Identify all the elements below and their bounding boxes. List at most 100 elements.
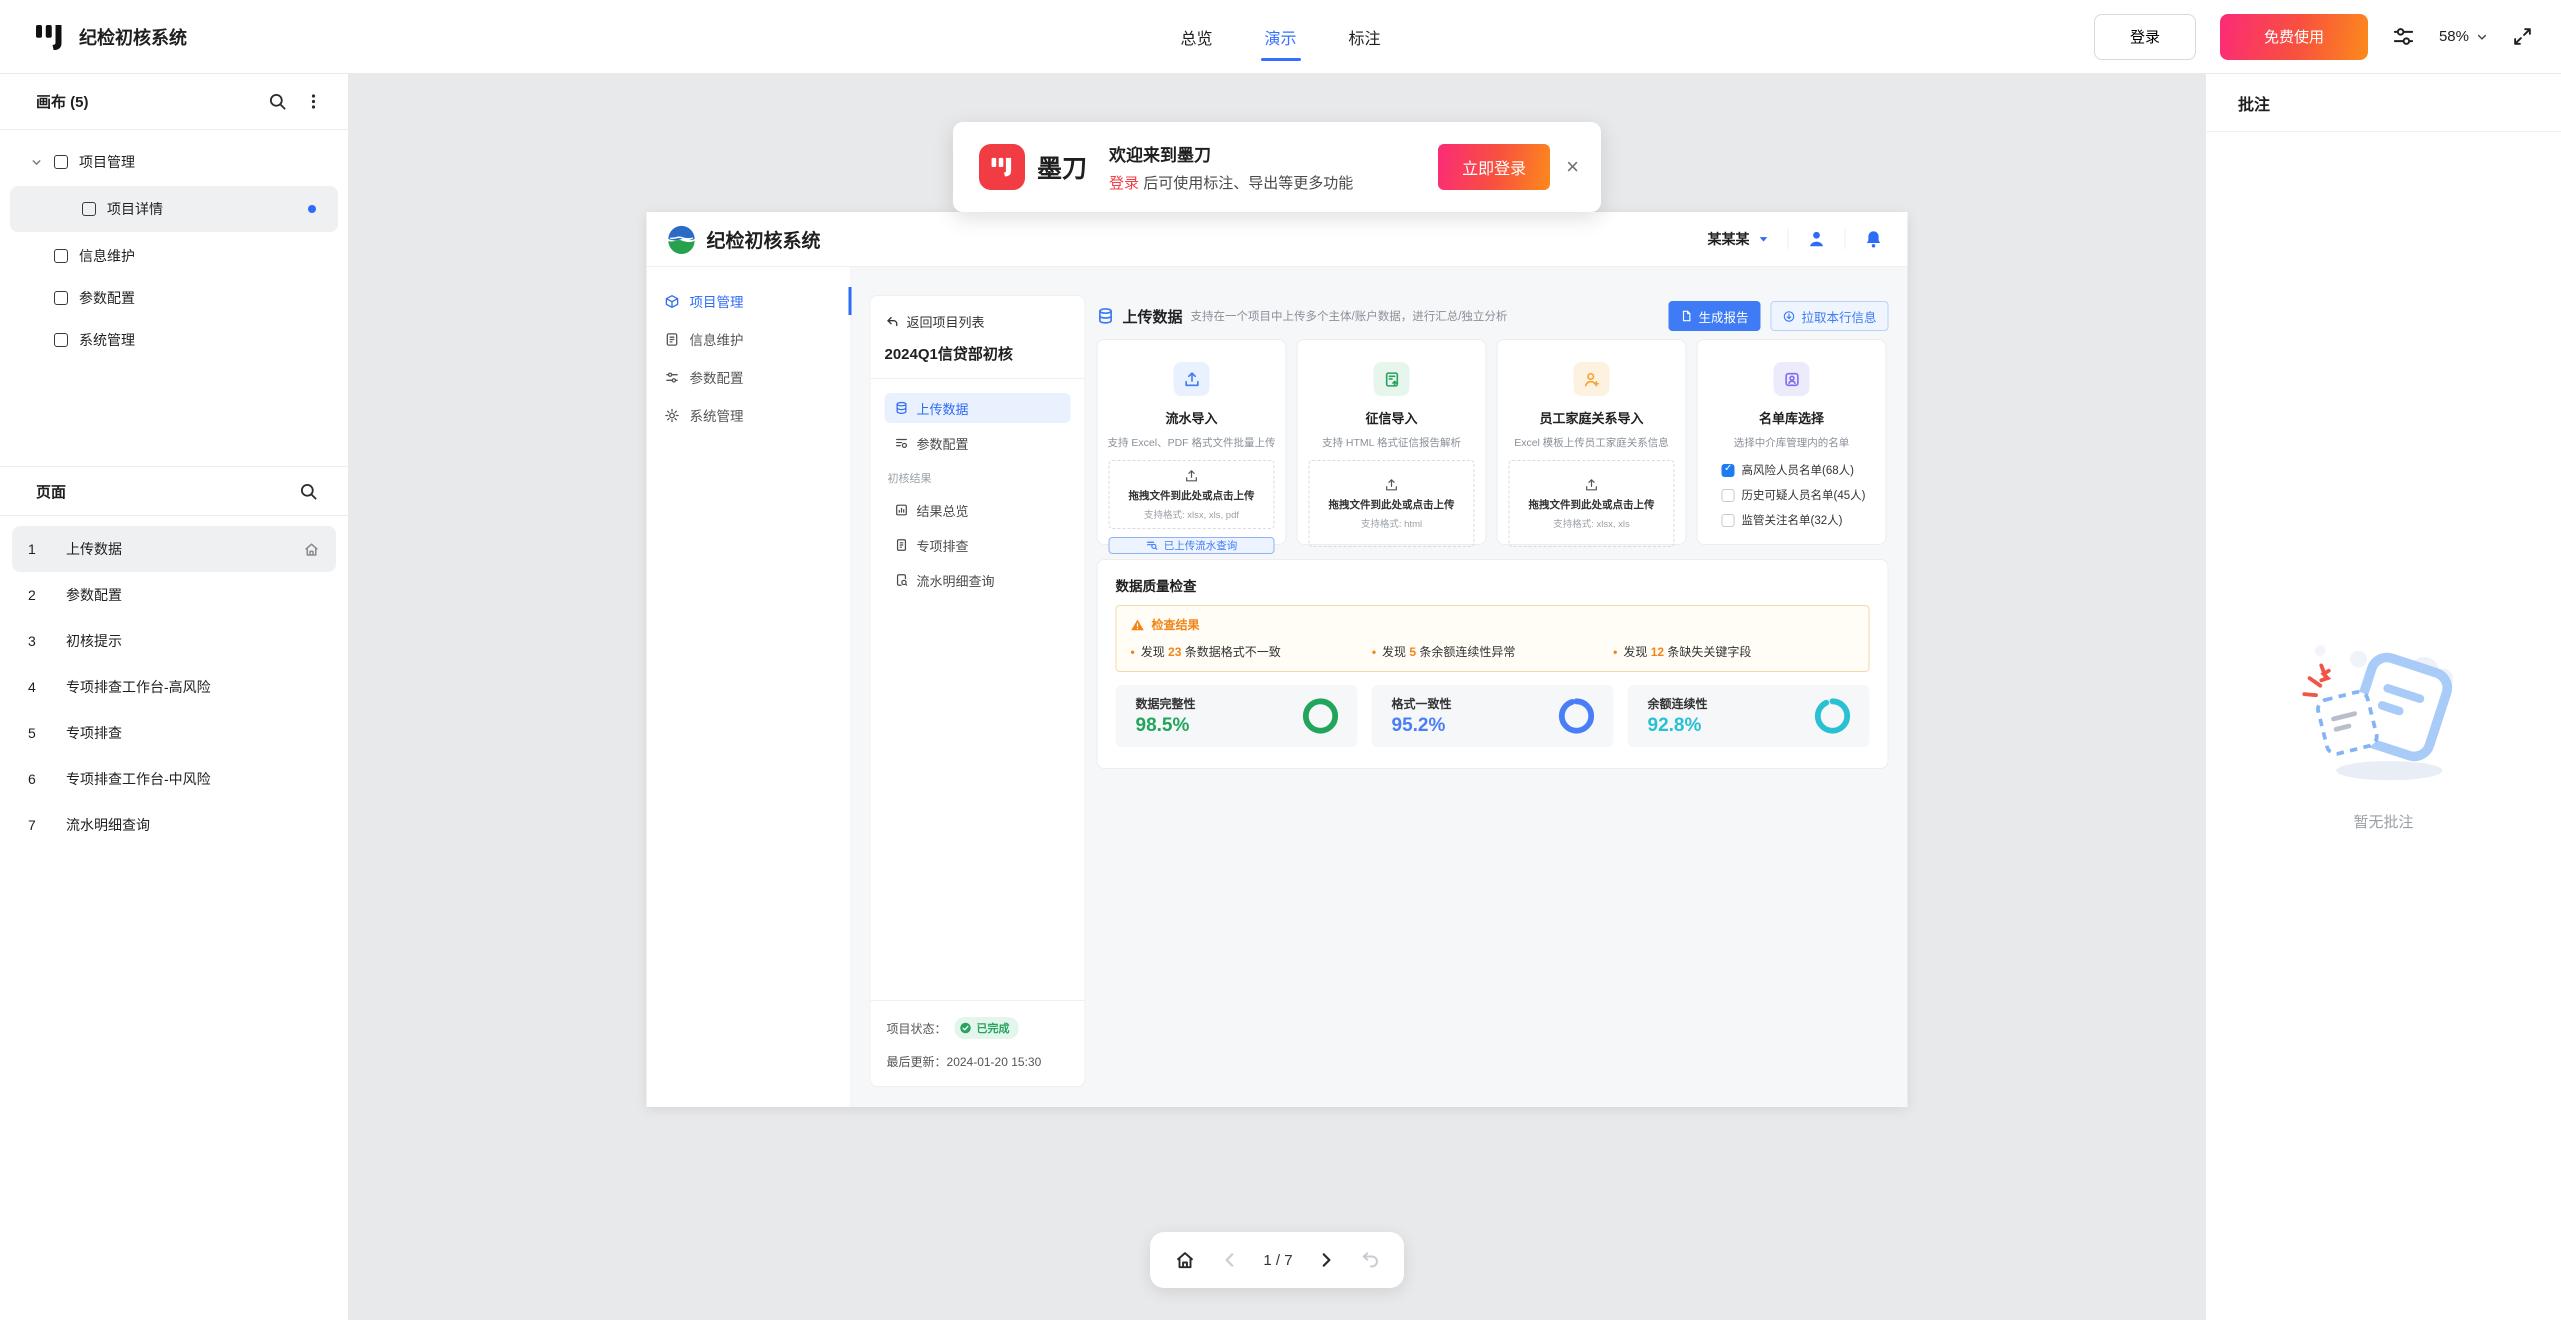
mockup-nav-system-management[interactable]: 系统管理 <box>647 399 851 431</box>
checkbox-unchecked-icon <box>1722 489 1735 502</box>
menu-flow-detail-query[interactable]: 流水明细查询 <box>885 565 1071 595</box>
menu-label: 上传数据 <box>917 399 969 418</box>
tree-item-label: 系统管理 <box>79 330 135 350</box>
status-value: 已完成 <box>977 1020 1010 1036</box>
uploaded-flow-query-button[interactable]: 已上传流水查询 <box>1109 537 1275 554</box>
page-item-3[interactable]: 3 初核提示 <box>12 618 336 664</box>
checkbox-history-suspect-list[interactable]: 历史可疑人员名单(45人) <box>1722 487 1874 503</box>
metric-label: 数据完整性 <box>1136 695 1196 712</box>
fullscreen-icon[interactable] <box>2512 26 2533 47</box>
page-item-7[interactable]: 7 流水明细查询 <box>12 802 336 848</box>
view-tabs: 总览 演示 标注 <box>1180 0 1380 74</box>
quality-metrics: 数据完整性 98.5% 格式一致性 95.2% <box>1116 685 1870 747</box>
metric-label: 格式一致性 <box>1392 695 1452 712</box>
topbar-brand: 纪检初核系统 <box>0 22 349 52</box>
mockup-nav-info-maintenance[interactable]: 信息维护 <box>647 323 851 355</box>
topbar: 纪检初核系统 总览 演示 标注 登录 免费使用 58% <box>0 0 2561 74</box>
warning-icon <box>1131 618 1145 632</box>
menu-label: 结果总览 <box>917 501 969 520</box>
page-item-4[interactable]: 4 专项排查工作台-高风险 <box>12 664 336 710</box>
finding-item: •发现 23 条数据格式不一致 <box>1131 643 1372 660</box>
user-profile-icon[interactable] <box>1807 229 1827 249</box>
menu-label: 专项排查 <box>917 536 969 555</box>
chevron-down-icon <box>30 156 43 169</box>
banner-text: 欢迎来到墨刀 登录 后可使用标注、导出等更多功能 <box>1109 141 1353 193</box>
tree-item-project-management[interactable]: 项目管理 <box>10 144 338 180</box>
checkbox-unchecked-icon <box>1722 514 1735 527</box>
tab-annotate[interactable]: 标注 <box>1349 0 1381 74</box>
page-item-2[interactable]: 2 参数配置 <box>12 572 336 618</box>
cube-icon <box>665 294 680 309</box>
tree-item-system-management[interactable]: 系统管理 <box>10 322 338 358</box>
tree-item-label: 项目详情 <box>107 199 163 219</box>
mockup-main: 返回项目列表 2024Q1信贷部初核 上传数据 参数配置 初核结果 <box>852 267 1908 1107</box>
button-label: 生成报告 <box>1698 307 1748 326</box>
empty-annotations-illustration <box>2299 629 2469 789</box>
page-label: 专项排查工作台-中风险 <box>66 769 211 789</box>
page-item-1[interactable]: 1 上传数据 <box>12 526 336 572</box>
card-title: 流水导入 <box>1165 408 1217 427</box>
check-result-box: 检查结果 •发现 23 条数据格式不一致 •发现 5 条余额连续性异常 •发现 … <box>1116 605 1870 672</box>
free-use-button[interactable]: 免费使用 <box>2220 14 2368 60</box>
canvas-section-header: 画布 (5) <box>0 74 348 130</box>
checkbox-regulator-watch-list[interactable]: 监管关注名单(32人) <box>1722 512 1874 528</box>
file-dropzone[interactable]: 拖拽文件到此处或点击上传 支持格式: html <box>1309 460 1475 547</box>
login-now-button[interactable]: 立即登录 <box>1438 144 1550 190</box>
page-item-5[interactable]: 5 专项排查 <box>12 710 336 756</box>
page-label: 参数配置 <box>66 585 122 605</box>
user-menu[interactable]: 某某某 <box>1708 229 1770 249</box>
menu-label: 流水明细查询 <box>917 571 995 590</box>
search-icon[interactable] <box>299 482 318 501</box>
back-label: 返回项目列表 <box>907 312 985 331</box>
next-page-button[interactable] <box>1317 1251 1335 1269</box>
metric-value: 95.2% <box>1392 715 1452 737</box>
database-icon <box>1097 307 1115 325</box>
mockup-app-title: 纪检初核系统 <box>707 226 821 253</box>
upload-cards: 流水导入 支持 Excel、PDF 格式文件批量上传 拖拽文件到此处或点击上传 … <box>1097 339 1889 545</box>
card-desc: 支持 HTML 格式征信报告解析 <box>1322 435 1461 450</box>
tree-item-info-maintenance[interactable]: 信息维护 <box>10 238 338 274</box>
database-icon <box>895 401 909 415</box>
fetch-bank-info-button[interactable]: 拉取本行信息 <box>1770 301 1888 331</box>
login-button[interactable]: 登录 <box>2094 14 2196 60</box>
page-label: 初核提示 <box>66 631 122 651</box>
login-link[interactable]: 登录 <box>1109 175 1139 192</box>
mockup-nav-project-management[interactable]: 项目管理 <box>647 285 851 317</box>
nav-label: 系统管理 <box>690 405 744 425</box>
file-dropzone[interactable]: 拖拽文件到此处或点击上传 支持格式: xlsx, xls <box>1509 460 1675 547</box>
close-icon[interactable]: × <box>1566 156 1579 178</box>
page-label: 上传数据 <box>66 539 122 559</box>
menu-parameter-config[interactable]: 参数配置 <box>885 428 1071 458</box>
document-icon <box>895 538 909 552</box>
updated-value: 2024-01-20 15:30 <box>947 1055 1042 1069</box>
tree-item-parameter-config[interactable]: 参数配置 <box>10 280 338 316</box>
notifications-bell-icon[interactable] <box>1864 229 1884 249</box>
frame-icon <box>54 291 68 305</box>
page-number: 2 <box>28 587 66 603</box>
dropzone-formats: 支持格式: html <box>1361 516 1422 530</box>
card-title: 名单库选择 <box>1759 408 1824 427</box>
page-item-6[interactable]: 6 专项排查工作台-中风险 <box>12 756 336 802</box>
document-icon <box>665 332 680 347</box>
project-menu: 上传数据 参数配置 初核结果 结果总览 专项排 <box>885 393 1071 600</box>
prev-page-button[interactable] <box>1221 1251 1239 1269</box>
page-number: 4 <box>28 679 66 695</box>
mockup-nav-parameter-config[interactable]: 参数配置 <box>647 361 851 393</box>
file-dropzone[interactable]: 拖拽文件到此处或点击上传 支持格式: xlsx, xls, pdf <box>1109 460 1275 529</box>
more-kebab-icon[interactable] <box>305 93 322 110</box>
checkbox-high-risk-list[interactable]: 高风险人员名单(68人) <box>1722 462 1874 478</box>
home-button[interactable] <box>1174 1249 1196 1271</box>
tab-present[interactable]: 演示 <box>1264 0 1296 74</box>
menu-upload-data[interactable]: 上传数据 <box>885 393 1071 423</box>
settings-sliders-icon[interactable] <box>2392 25 2415 48</box>
search-icon[interactable] <box>268 92 287 111</box>
tree-item-project-detail[interactable]: 项目详情 <box>10 186 338 232</box>
restart-button[interactable] <box>1360 1250 1380 1270</box>
back-to-projects-link[interactable]: 返回项目列表 <box>885 312 1071 331</box>
tab-overview[interactable]: 总览 <box>1180 0 1212 74</box>
generate-report-button[interactable]: 生成报告 <box>1668 301 1760 331</box>
menu-special-check[interactable]: 专项排查 <box>885 530 1071 560</box>
document-upload-icon <box>1374 362 1410 396</box>
zoom-control[interactable]: 58% <box>2439 28 2488 45</box>
menu-result-overview[interactable]: 结果总览 <box>885 495 1071 525</box>
